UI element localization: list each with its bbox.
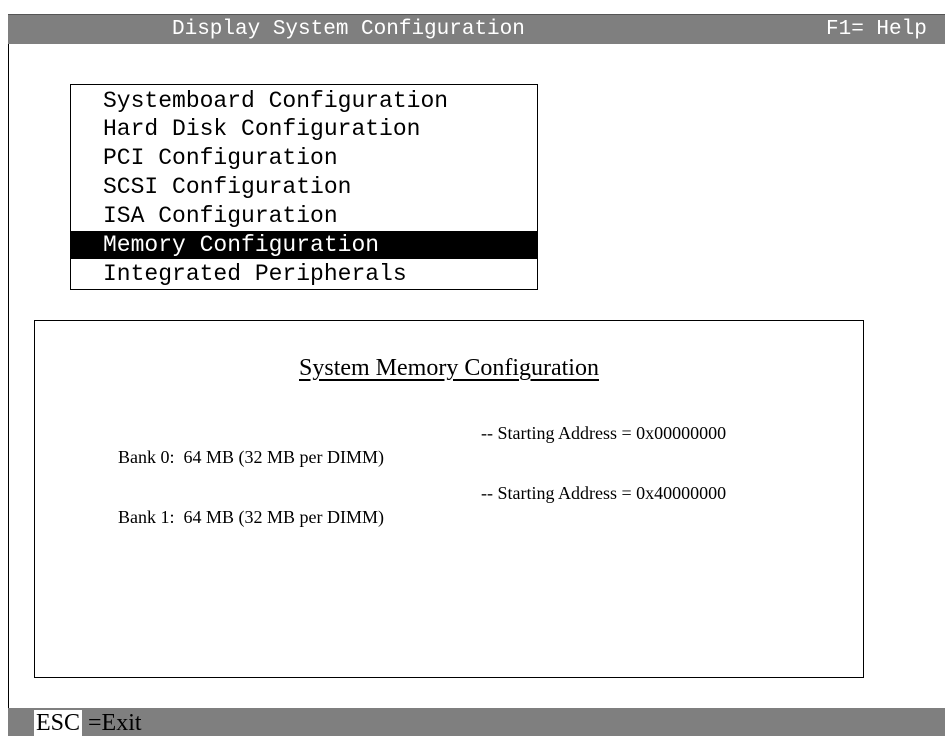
memory-info-panel: System Memory Configuration Bank 0: 64 M… bbox=[34, 320, 864, 678]
help-hint[interactable]: F1= Help bbox=[826, 15, 927, 45]
bank-label: Bank 0: 64 MB (32 MB per DIMM) bbox=[118, 447, 384, 467]
menu-item-hard-disk[interactable]: Hard Disk Configuration bbox=[71, 115, 537, 143]
bank-address: -- Starting Address = 0x40000000 bbox=[481, 483, 727, 503]
menu-item-systemboard[interactable]: Systemboard Configuration bbox=[71, 87, 537, 115]
window-title: Display System Configuration bbox=[172, 18, 525, 41]
title-bar: Display System Configuration F1= Help bbox=[8, 14, 945, 44]
configuration-menu: Systemboard Configuration Hard Disk Conf… bbox=[70, 84, 538, 290]
status-bar: ESC =Exit bbox=[8, 708, 945, 736]
menu-item-pci[interactable]: PCI Configuration bbox=[71, 144, 537, 172]
esc-action-label: =Exit bbox=[88, 710, 142, 736]
esc-key[interactable]: ESC bbox=[34, 710, 83, 736]
bank-label: Bank 1: 64 MB (32 MB per DIMM) bbox=[118, 507, 384, 527]
menu-item-integrated-peripherals[interactable]: Integrated Peripherals bbox=[71, 260, 537, 288]
panel-title: System Memory Configuration bbox=[299, 355, 599, 381]
menu-item-memory[interactable]: Memory Configuration bbox=[71, 231, 537, 259]
bios-screen: Display System Configuration F1= Help Sy… bbox=[0, 0, 945, 736]
bank-row: Bank 1: 64 MB (32 MB per DIMM) -- Starti… bbox=[91, 481, 726, 527]
menu-item-scsi[interactable]: SCSI Configuration bbox=[71, 173, 537, 201]
bank-row: Bank 0: 64 MB (32 MB per DIMM) -- Starti… bbox=[91, 421, 726, 467]
menu-item-isa[interactable]: ISA Configuration bbox=[71, 202, 537, 230]
left-border bbox=[8, 44, 9, 708]
bank-address: -- Starting Address = 0x00000000 bbox=[481, 423, 727, 443]
